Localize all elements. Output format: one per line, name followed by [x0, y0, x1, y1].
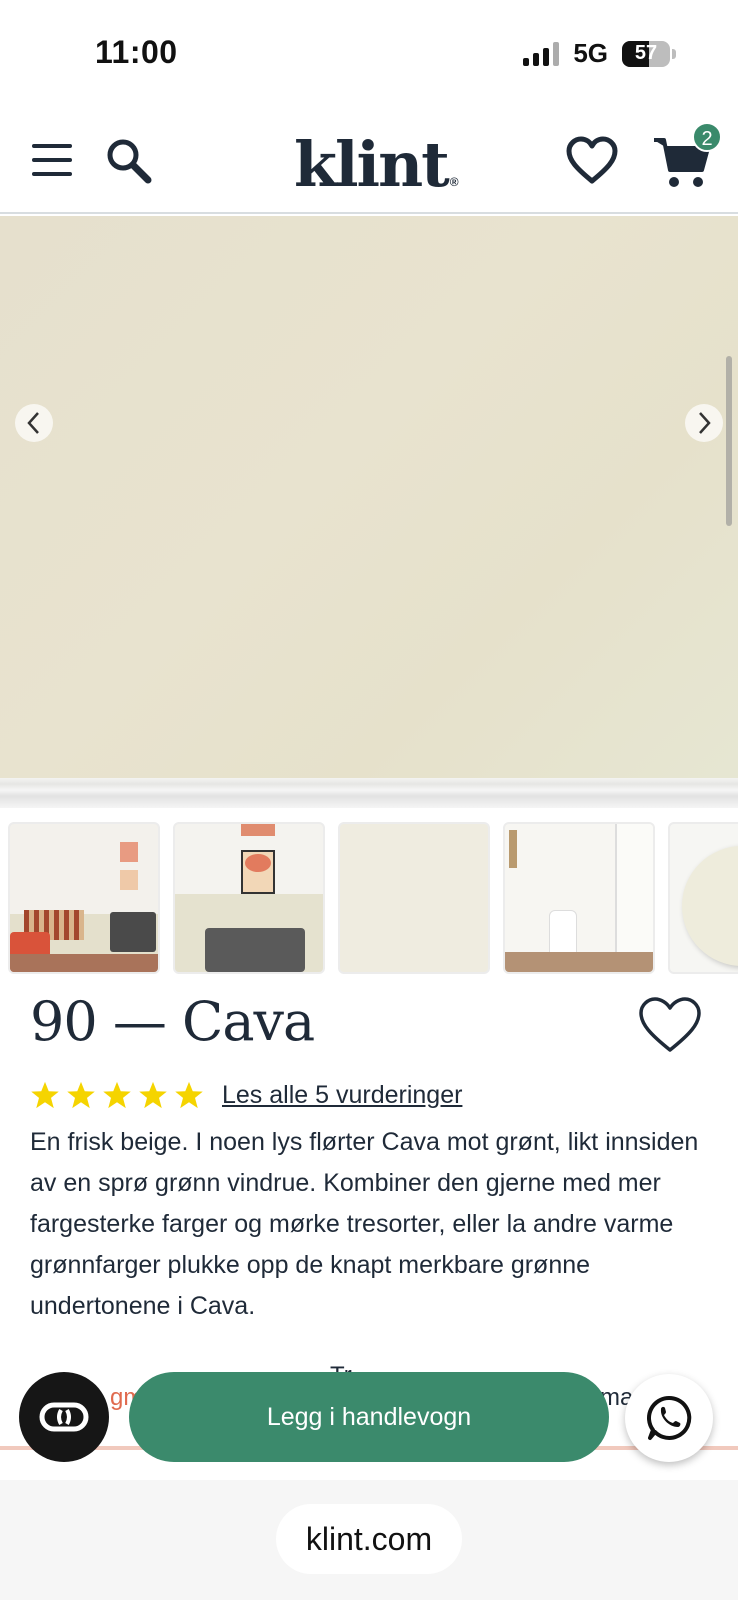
site-header: klint ® 2 [0, 110, 738, 214]
signal-icon [523, 41, 560, 66]
add-to-cart-button[interactable]: Legg i handlevogn [129, 1372, 609, 1462]
site-logo[interactable]: klint ® [294, 128, 459, 201]
gallery-prev-button[interactable] [15, 404, 53, 442]
whatsapp-button[interactable] [625, 1374, 713, 1462]
hero-trim [0, 778, 738, 808]
product-description: En frisk beige. I noen lys flørter Cava … [30, 1128, 699, 1320]
heart-icon[interactable] [638, 996, 702, 1054]
chevron-left-icon [27, 412, 39, 434]
thumbnail-strip [8, 822, 738, 976]
reviews-link[interactable]: Les alle 5 vurderinger [222, 1081, 462, 1110]
product-rating: Les alle 5 vurderinger [30, 1080, 462, 1110]
url-bar[interactable]: klint.com [276, 1504, 462, 1574]
battery-cap [672, 48, 676, 59]
loop-icon [39, 1402, 89, 1432]
rating-stars [30, 1080, 204, 1110]
network-label: 5G [573, 38, 608, 68]
battery-icon: 57 [622, 40, 670, 67]
whatsapp-icon [647, 1395, 692, 1440]
thumbnail-room-scene[interactable] [8, 822, 160, 974]
star-icon [103, 1081, 131, 1109]
heart-icon[interactable] [566, 136, 618, 186]
star-icon [139, 1081, 167, 1109]
trademark-mark: ® [449, 175, 459, 189]
cart-count-badge: 2 [692, 122, 722, 152]
star-icon [31, 1081, 59, 1109]
thumbnail-paint-blob[interactable] [668, 822, 738, 974]
gallery-next-button[interactable] [685, 404, 723, 442]
status-bar: 11:00 5G 57 [0, 0, 738, 110]
thumbnail-art-scene[interactable] [173, 822, 325, 974]
search-icon[interactable] [104, 136, 154, 186]
thumbnail-color-swatch[interactable] [338, 822, 490, 974]
status-time: 11:00 [95, 34, 178, 70]
battery-level: 57 [634, 41, 658, 64]
status-indicators: 5G 57 [523, 38, 676, 69]
star-icon [175, 1081, 203, 1109]
chat-button[interactable] [19, 1372, 109, 1462]
browser-bar: klint.com [0, 1480, 738, 1600]
product-title: 90 — Cava [30, 990, 315, 1053]
product-hero-image[interactable] [0, 216, 738, 778]
star-icon [67, 1081, 95, 1109]
page-scrollbar[interactable] [726, 356, 732, 526]
thumbnail-hallway-scene[interactable] [503, 822, 655, 974]
menu-icon[interactable] [32, 144, 72, 176]
chevron-right-icon [699, 412, 711, 434]
